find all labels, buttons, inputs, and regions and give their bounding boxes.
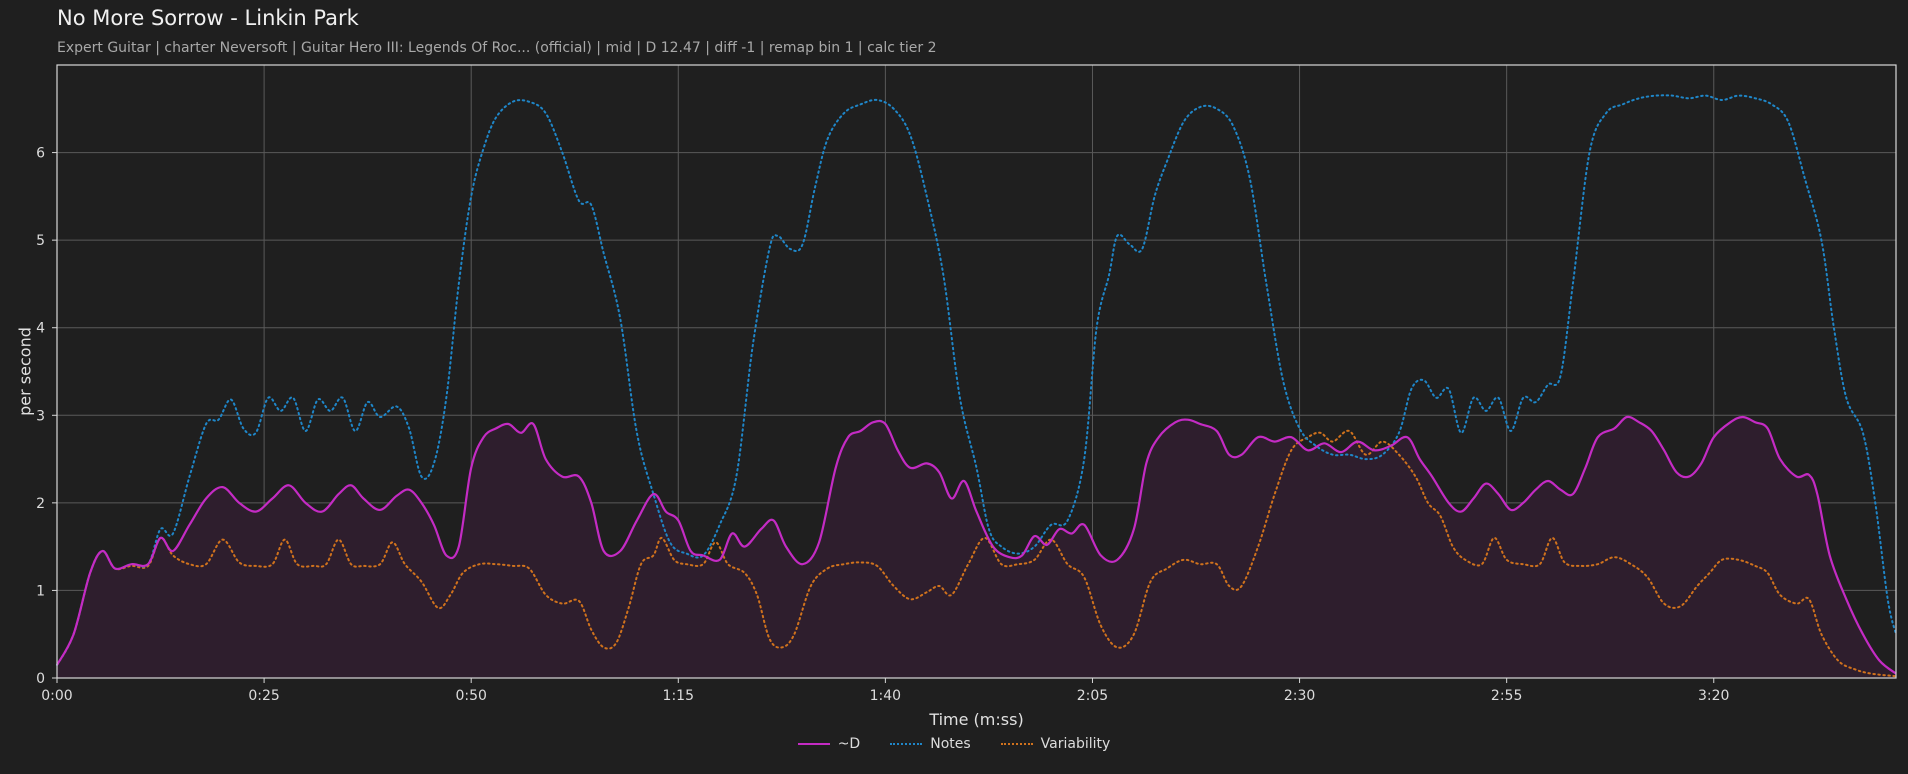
legend-label-d: ~D [837,736,861,752]
y-tick-label: 2 [36,496,45,512]
x-tick-label: 3:20 [1698,688,1729,704]
legend-swatch-notes [890,743,923,745]
y-tick-label: 5 [36,233,45,249]
legend-swatch-variability [1000,743,1033,745]
x-tick-label: 0:25 [248,688,279,704]
y-tick-label: 4 [36,321,45,337]
y-axis-label: per second [16,327,35,416]
chart-canvas: 0:00 0:25 0:50 1:15 1:40 2:05 2:30 2:55 3:20 0 1 2 3… [16,64,1897,729]
legend-item-variability: Variability [1000,736,1111,752]
legend-label-variability: Variability [1040,736,1111,752]
y-tick-label: 1 [36,583,45,599]
legend-item-notes: Notes [890,736,971,752]
legend-label-notes: Notes [930,736,971,752]
legend: ~D Notes Variability [0,736,1908,752]
x-tick-label: 2:05 [1077,688,1108,704]
legend-swatch-d [797,743,830,745]
y-tick-label: 0 [36,671,45,687]
x-tick-label: 0:00 [41,688,72,704]
x-axis-label: Time (m:ss) [928,710,1023,729]
x-tick-label: 1:40 [870,688,901,704]
x-tick-label: 0:50 [455,688,486,704]
x-tick-label: 2:55 [1491,688,1522,704]
legend-item-d: ~D [797,736,861,752]
y-tick-label: 3 [36,408,45,424]
x-tick-label: 1:15 [663,688,694,704]
y-tick-label: 6 [36,146,45,162]
x-tick-label: 2:30 [1284,688,1315,704]
